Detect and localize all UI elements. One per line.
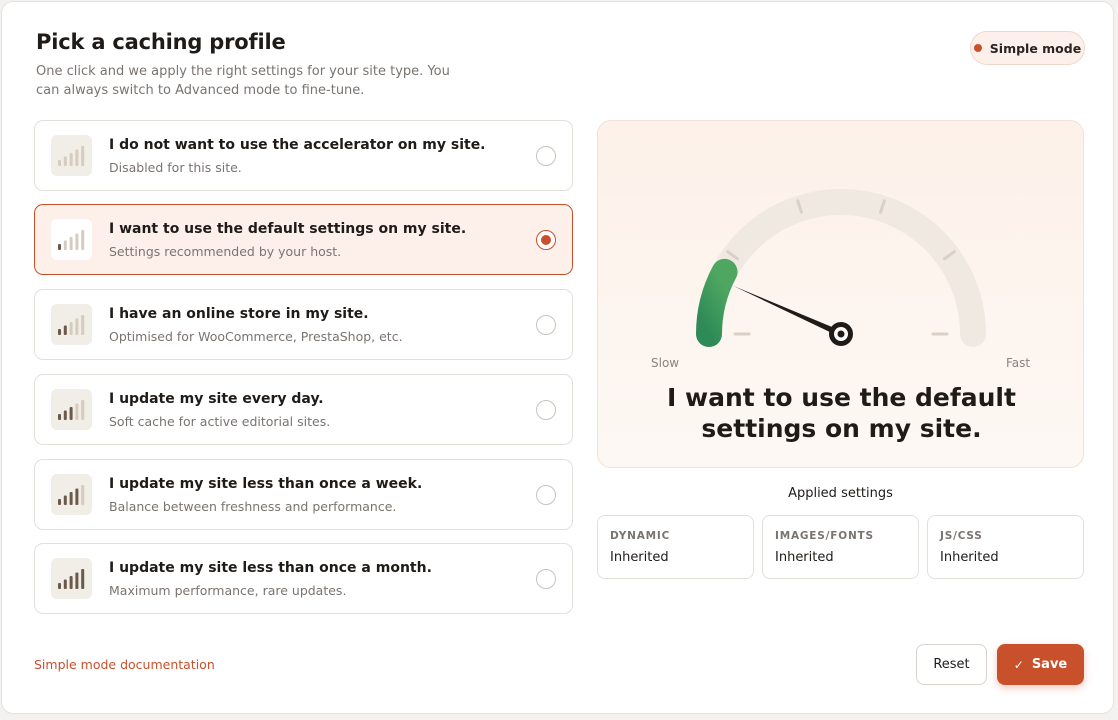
applied-settings-title: Applied settings <box>788 486 893 501</box>
signal-bar <box>81 230 85 250</box>
signal-bar <box>81 485 85 505</box>
gauge-max-label: Fast <box>1006 356 1031 370</box>
signal-bar <box>69 322 73 335</box>
option-description: Disabled for this site. <box>109 160 242 175</box>
signal-bar <box>69 492 73 505</box>
signal-bar <box>81 569 85 589</box>
option-description: Settings recommended by your host. <box>109 244 342 259</box>
setting-value: Inherited <box>610 550 669 565</box>
signal-bar <box>63 495 67 505</box>
signal-bar <box>58 160 61 166</box>
status-dot-icon <box>973 44 982 52</box>
page-subtitle: One click and we apply the right setting… <box>36 64 450 98</box>
signal-bar <box>81 315 85 335</box>
signal-bars-icon <box>51 389 92 430</box>
option-title: I have an online store in my site. <box>109 306 369 322</box>
option-title: I update my site less than once a month. <box>109 560 432 576</box>
signal-bar <box>75 488 79 505</box>
option-radio[interactable] <box>536 485 556 505</box>
reset-button[interactable]: Reset <box>916 644 987 685</box>
speed-gauge-panel: Slow Fast I want to use the default sett… <box>597 120 1084 468</box>
profile-option-weekly[interactable]: I update my site less than once a week. … <box>34 459 573 530</box>
signal-bar <box>58 583 61 589</box>
simple-mode-documentation-link[interactable]: Simple mode documentation <box>34 657 215 672</box>
signal-bar <box>81 400 85 420</box>
signal-bar <box>63 410 67 420</box>
signal-bars-icon <box>51 474 92 515</box>
mode-badge-label: Simple mode <box>989 40 1082 56</box>
option-title: I update my site every day. <box>109 391 324 407</box>
gauge-fill <box>696 258 738 347</box>
save-button[interactable]: ✓ Save <box>997 644 1084 685</box>
signal-bar <box>69 407 73 420</box>
signal-bar <box>75 233 79 250</box>
page-title: Pick a caching profile <box>36 30 286 54</box>
signal-bar <box>58 244 61 250</box>
signal-bar <box>69 237 73 250</box>
gauge-needle <box>733 285 843 337</box>
setting-card-images-fonts: IMAGES/FONTS Inherited <box>762 515 919 579</box>
signal-bar <box>63 579 67 589</box>
signal-bar <box>69 576 73 589</box>
signal-bar <box>75 403 79 420</box>
signal-bar <box>69 153 73 166</box>
profile-option-online-store[interactable]: I have an online store in my site. Optim… <box>34 289 573 360</box>
option-description: Balance between freshness and performanc… <box>109 499 397 514</box>
gauge-hub-center <box>837 330 845 338</box>
option-description: Optimised for WooCommerce, PrestaShop, e… <box>109 329 403 344</box>
option-description: Soft cache for active editorial sites. <box>109 414 331 429</box>
signal-bars-icon <box>51 558 92 599</box>
option-radio[interactable] <box>536 569 556 589</box>
simple-mode-toggle[interactable]: Simple mode <box>970 31 1085 65</box>
gauge-caption: I want to use the default settings on my… <box>667 383 1016 443</box>
signal-bar <box>81 146 85 166</box>
profile-option-daily[interactable]: I update my site every day. Soft cache f… <box>34 374 573 445</box>
profile-option-default[interactable]: I want to use the default settings on my… <box>34 204 573 275</box>
option-title: I update my site less than once a week. <box>109 476 423 492</box>
option-radio[interactable] <box>536 400 556 420</box>
signal-bars-icon <box>51 304 92 345</box>
gauge-min-label: Slow <box>651 356 680 370</box>
setting-card-dynamic: DYNAMIC Inherited <box>597 515 754 579</box>
option-radio[interactable] <box>536 315 556 335</box>
option-title: I want to use the default settings on my… <box>109 221 467 237</box>
signal-bar <box>63 240 67 250</box>
signal-bar <box>75 318 79 335</box>
option-radio[interactable] <box>536 230 556 250</box>
signal-bar <box>75 149 79 166</box>
save-label: Save <box>1031 657 1068 672</box>
setting-name: DYNAMIC <box>610 530 671 542</box>
setting-card-js-css: JS/CSS Inherited <box>927 515 1084 579</box>
signal-bar <box>63 325 67 335</box>
profile-option-monthly[interactable]: I update my site less than once a month.… <box>34 543 573 614</box>
setting-name: JS/CSS <box>940 530 983 542</box>
option-description: Maximum performance, rare updates. <box>109 583 347 598</box>
gauge-track <box>696 189 986 347</box>
signal-bar <box>58 499 61 505</box>
setting-value: Inherited <box>940 550 999 565</box>
signal-bar <box>58 414 61 420</box>
signal-bars-icon <box>51 219 92 260</box>
option-radio[interactable] <box>536 146 556 166</box>
check-icon: ✓ <box>1013 657 1024 672</box>
signal-bar <box>63 156 67 166</box>
signal-bars-icon <box>51 135 92 176</box>
profile-option-disabled[interactable]: I do not want to use the accelerator on … <box>34 120 573 191</box>
option-title: I do not want to use the accelerator on … <box>109 137 486 153</box>
signal-bar <box>58 329 61 335</box>
setting-value: Inherited <box>775 550 834 565</box>
setting-name: IMAGES/FONTS <box>775 530 874 542</box>
signal-bar <box>75 572 79 589</box>
